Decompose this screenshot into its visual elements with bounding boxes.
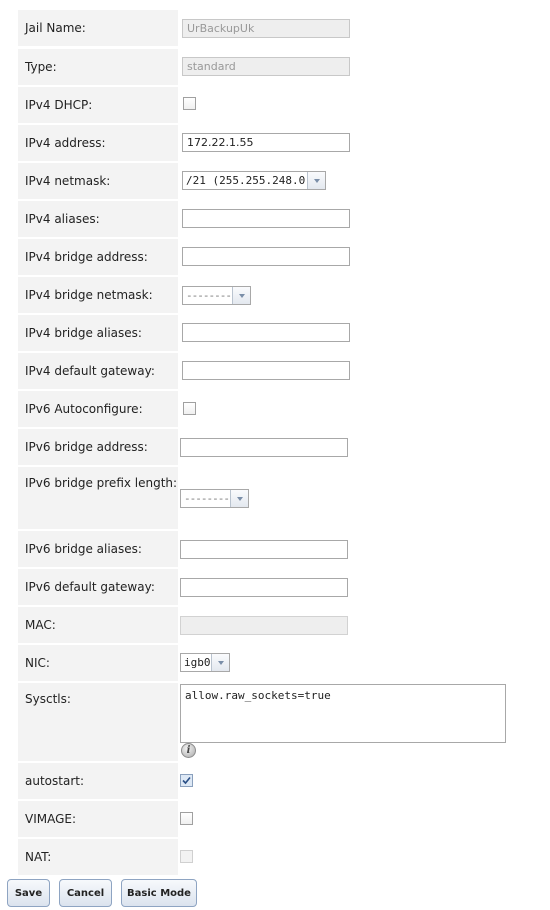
autostart-label: autostart: bbox=[18, 763, 178, 799]
ipv4-aliases-label: IPv4 aliases: bbox=[18, 201, 178, 237]
sysctls-textarea[interactable]: allow.raw_sockets=true bbox=[180, 684, 506, 743]
ipv4-default-gateway-input[interactable] bbox=[182, 361, 350, 380]
ipv4-default-gateway-label: IPv4 default gateway: bbox=[18, 353, 178, 389]
autostart-checkbox[interactable] bbox=[180, 774, 193, 787]
ipv6-bridge-address-label: IPv6 bridge address: bbox=[18, 429, 178, 465]
save-button[interactable]: Save bbox=[7, 879, 50, 907]
ipv6-default-gateway-label: IPv6 default gateway: bbox=[18, 569, 178, 605]
ipv4-bridge-aliases-label: IPv4 bridge aliases: bbox=[18, 315, 178, 351]
ipv4-netmask-select[interactable]: /21 (255.255.248.0) bbox=[182, 171, 326, 190]
ipv4-dhcp-checkbox[interactable] bbox=[183, 97, 196, 110]
ipv4-netmask-label: IPv4 netmask: bbox=[18, 163, 178, 199]
nic-value: igb0 bbox=[184, 656, 211, 669]
nat-label: NAT: bbox=[18, 839, 178, 875]
chevron-down-icon bbox=[232, 287, 250, 304]
ipv4-bridge-netmask-value: --------- bbox=[186, 289, 232, 302]
ipv6-bridge-aliases-label: IPv6 bridge aliases: bbox=[18, 531, 178, 567]
mac-input[interactable] bbox=[180, 616, 348, 635]
ipv4-bridge-address-label: IPv4 bridge address: bbox=[18, 239, 178, 275]
info-icon[interactable]: i bbox=[181, 743, 196, 758]
ipv6-bridge-address-input[interactable] bbox=[180, 438, 348, 457]
ipv6-bridge-prefix-length-select[interactable]: --------- bbox=[180, 489, 249, 508]
ipv4-address-label: IPv4 address: bbox=[18, 125, 178, 161]
ipv6-bridge-prefix-length-value: --------- bbox=[184, 492, 230, 505]
checkmark-icon bbox=[182, 776, 191, 785]
chevron-down-icon bbox=[230, 490, 248, 507]
mac-label: MAC: bbox=[18, 607, 178, 643]
type-label: Type: bbox=[18, 49, 178, 85]
type-input[interactable]: standard bbox=[182, 57, 350, 76]
cancel-button[interactable]: Cancel bbox=[59, 879, 112, 907]
ipv4-bridge-netmask-select[interactable]: --------- bbox=[182, 286, 251, 305]
ipv6-bridge-prefix-length-label: IPv6 bridge prefix length: bbox=[18, 467, 178, 529]
nic-label: NIC: bbox=[18, 645, 178, 681]
nic-select[interactable]: igb0 bbox=[180, 653, 230, 672]
ipv6-autoconfigure-label: IPv6 Autoconfigure: bbox=[18, 391, 178, 427]
chevron-down-icon bbox=[211, 654, 229, 671]
basic-mode-button[interactable]: Basic Mode bbox=[121, 879, 197, 907]
chevron-down-icon bbox=[307, 172, 325, 189]
sysctls-label: Sysctls: bbox=[18, 683, 178, 761]
ipv4-bridge-aliases-input[interactable] bbox=[182, 323, 350, 342]
jail-name-label: Jail Name: bbox=[18, 10, 178, 46]
ipv4-netmask-value: /21 (255.255.248.0) bbox=[186, 174, 307, 187]
ipv6-bridge-aliases-input[interactable] bbox=[180, 540, 348, 559]
ipv4-bridge-netmask-label: IPv4 bridge netmask: bbox=[18, 277, 178, 313]
ipv6-default-gateway-input[interactable] bbox=[180, 578, 348, 597]
jail-name-input[interactable]: UrBackupUk bbox=[182, 19, 350, 38]
ipv6-autoconfigure-checkbox[interactable] bbox=[183, 402, 196, 415]
vimage-label: VIMAGE: bbox=[18, 801, 178, 837]
ipv4-address-input[interactable]: 172.22.1.55 bbox=[182, 133, 350, 152]
ipv4-aliases-input[interactable] bbox=[182, 209, 350, 228]
ipv4-bridge-address-input[interactable] bbox=[182, 247, 350, 266]
vimage-checkbox[interactable] bbox=[180, 812, 193, 825]
nat-checkbox[interactable] bbox=[180, 850, 193, 863]
ipv4-dhcp-label: IPv4 DHCP: bbox=[18, 87, 178, 123]
